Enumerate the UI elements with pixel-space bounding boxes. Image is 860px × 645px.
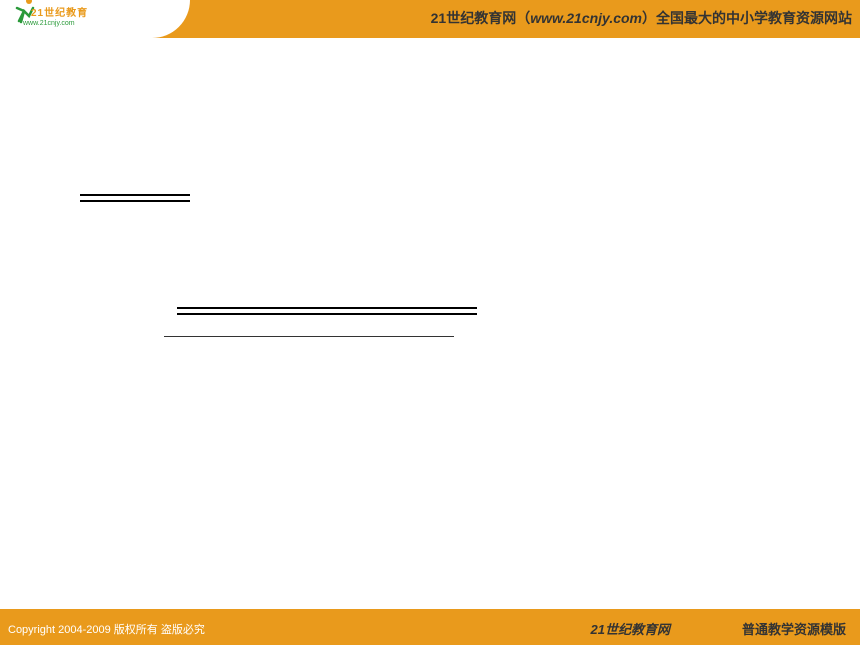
footer-template-label: 普通教学资源模版 <box>742 619 846 638</box>
site-logo: 21世纪教育 www.21cnjy.com <box>3 0 93 38</box>
logo-url: www.21cnjy.com <box>23 20 75 27</box>
header-tagline: 21世纪教育网（www.21cnjy.com）全国最大的中小学教育资源网站 <box>431 8 852 28</box>
header-bar: 21世纪教育 www.21cnjy.com 21世纪教育网（www.21cnjy… <box>0 0 860 38</box>
footer-bar: Copyright 2004-2009 版权所有 盗版必究 21世纪教育网 普通… <box>0 611 860 645</box>
tagline-suffix: ）全国最大的中小学教育资源网站 <box>642 10 852 26</box>
tagline-url: www.21cnjy.com <box>530 10 642 26</box>
logo-title: 21世纪教育 <box>31 4 88 19</box>
footer-brand: 21世纪教育网 <box>591 619 670 638</box>
underline-long-bottom <box>177 313 477 315</box>
tagline-prefix: 21世纪教育网（ <box>431 10 531 26</box>
footer-copyright: Copyright 2004-2009 版权所有 盗版必究 <box>8 621 205 637</box>
underline-short-bottom <box>80 200 190 202</box>
underline-short-top <box>80 194 190 196</box>
underline-long-top <box>177 307 477 309</box>
underline-thin <box>164 336 454 337</box>
